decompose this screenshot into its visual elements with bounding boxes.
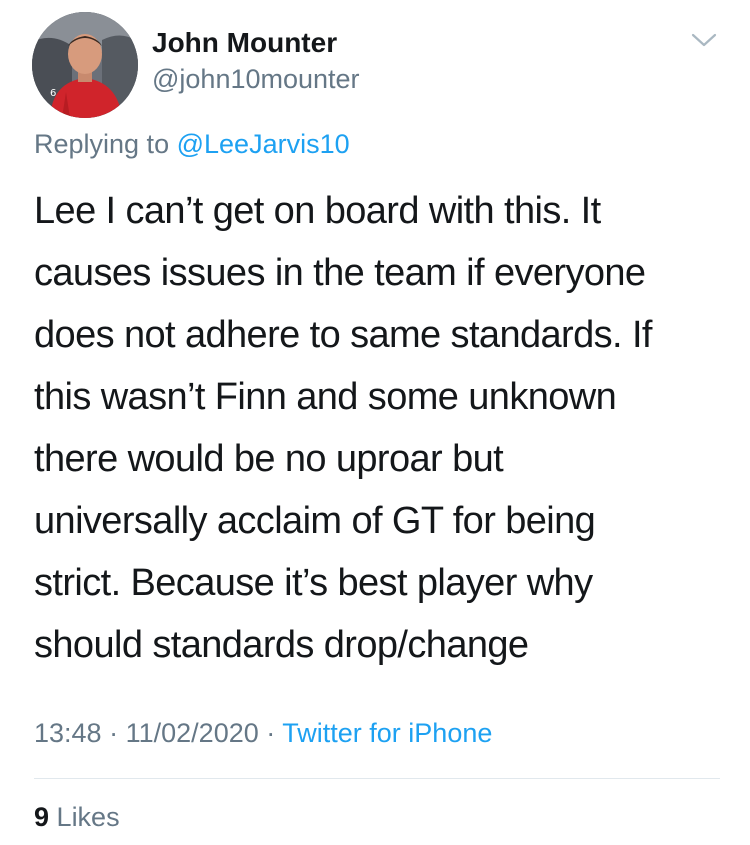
tweet-date[interactable]: 11/02/2020 [126, 718, 259, 748]
replying-to-link[interactable]: @LeeJarvis10 [177, 129, 350, 159]
tweet-time[interactable]: 13:48 [34, 718, 102, 748]
avatar[interactable]: 6 [32, 12, 138, 118]
chevron-down-icon[interactable] [690, 30, 718, 50]
tweet-meta: 13:48 · 11/02/2020 · Twitter for iPhone [34, 716, 492, 750]
replying-prefix: Replying to [34, 129, 170, 159]
meta-separator: · [109, 718, 119, 748]
likes-label: Likes [56, 802, 120, 832]
likes-link[interactable]: 9 Likes [34, 800, 120, 834]
divider [34, 778, 720, 779]
likes-count: 9 [34, 802, 50, 832]
display-name[interactable]: John Mounter [152, 26, 360, 60]
tweet-header: 6 John Mounter @john10mounter [30, 10, 726, 120]
tweet-detail: 6 John Mounter @john10mounter Replying t… [0, 0, 750, 845]
meta-separator: · [266, 718, 276, 748]
svg-text:6: 6 [50, 88, 56, 99]
tweet-source-link[interactable]: Twitter for iPhone [282, 718, 492, 748]
user-handle[interactable]: @john10mounter [152, 62, 360, 96]
replying-to: Replying to @LeeJarvis10 [34, 127, 350, 161]
tweet-text: Lee I can’t get on board with this. It c… [34, 190, 652, 666]
author-info[interactable]: John Mounter @john10mounter [152, 26, 360, 96]
